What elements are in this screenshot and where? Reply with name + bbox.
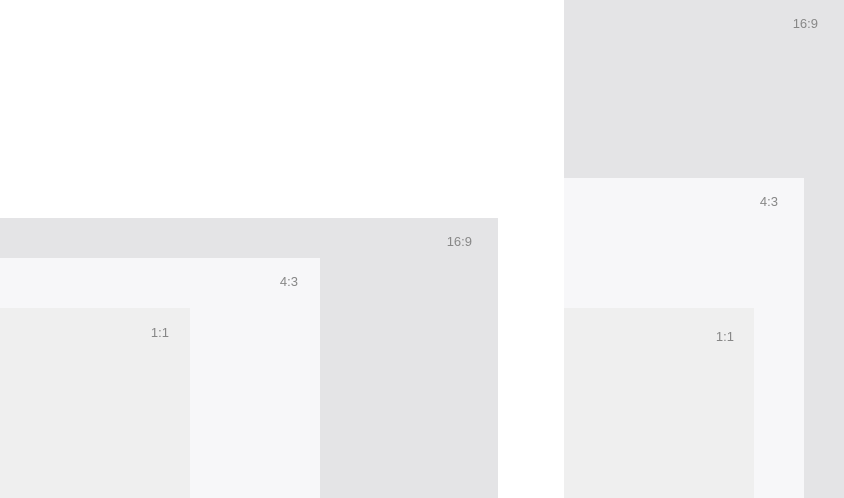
left-frame-1-1: 1:1 <box>0 308 190 498</box>
right-frame-16-9-label: 16:9 <box>792 16 818 31</box>
right-frame-1-1: 1:1 <box>564 308 754 498</box>
right-frame-1-1-label: 1:1 <box>715 329 734 344</box>
left-frame-1-1-label: 1:1 <box>150 325 169 340</box>
left-frame-4-3-label: 4:3 <box>279 274 298 289</box>
aspect-ratio-diagram: 16:9 4:3 1:1 16:9 4:3 1:1 <box>0 0 844 498</box>
left-frame-16-9-label: 16:9 <box>446 234 472 249</box>
right-frame-4-3-label: 4:3 <box>759 194 778 209</box>
